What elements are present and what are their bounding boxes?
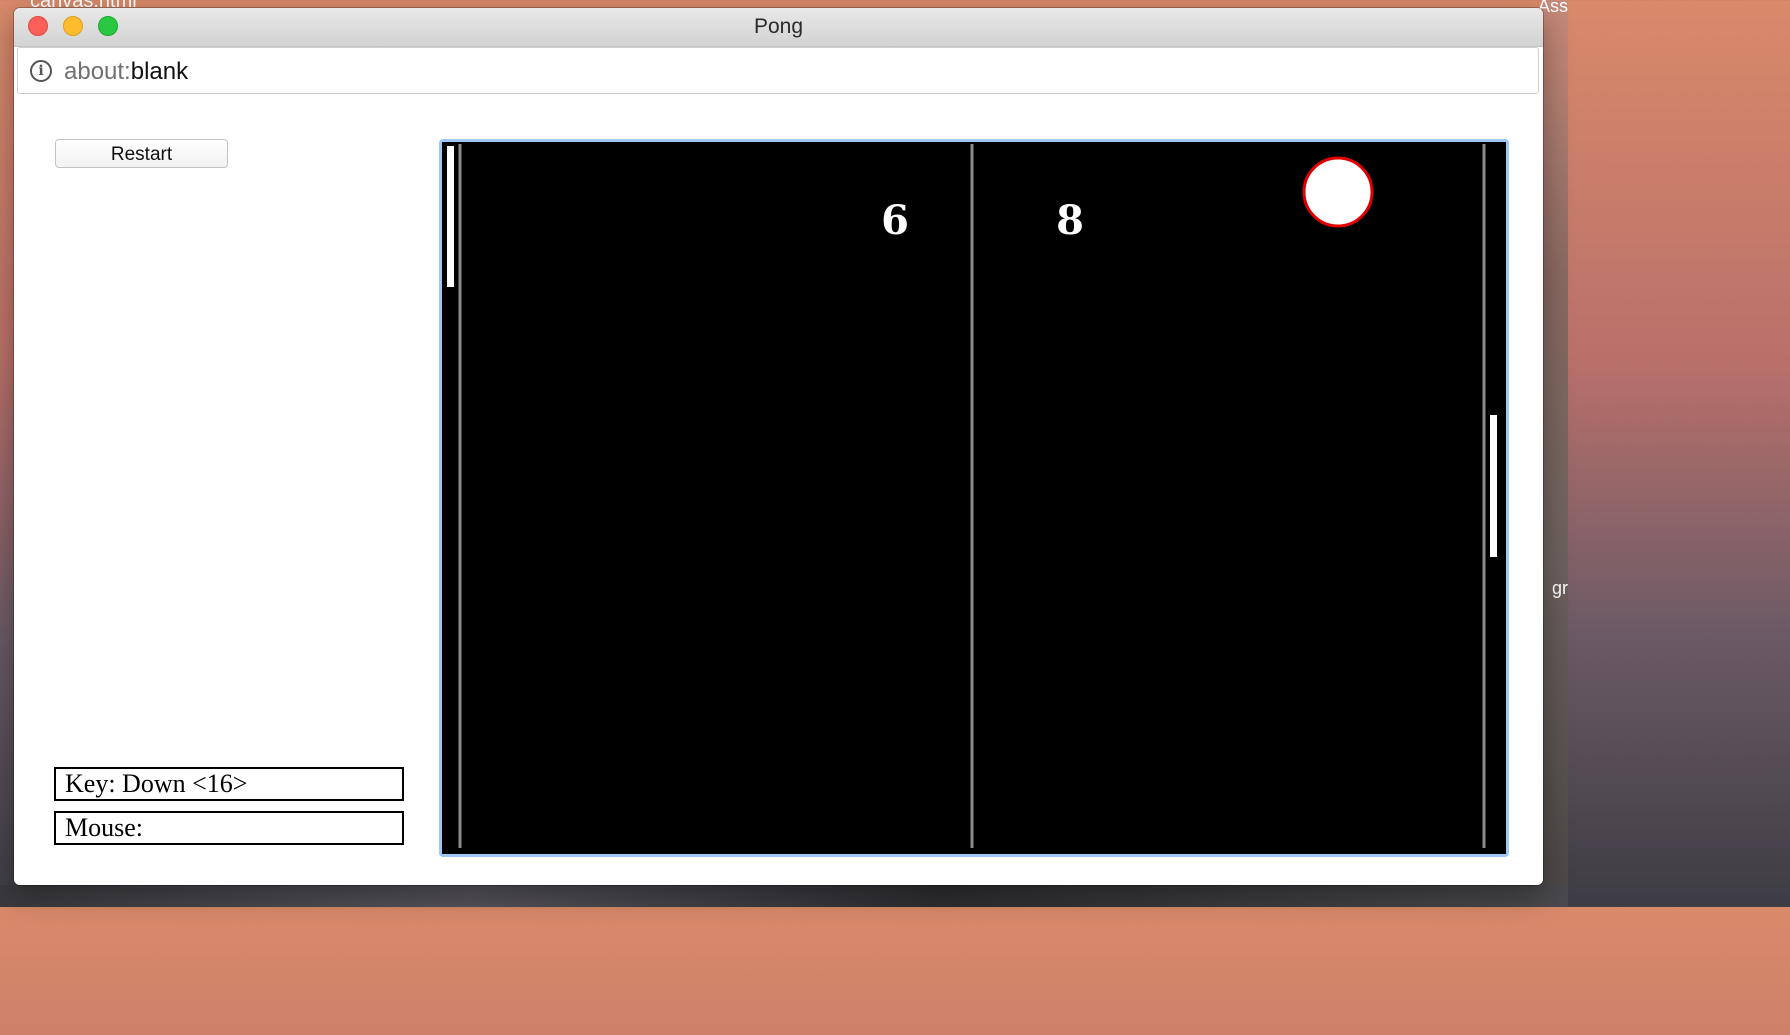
window-title: Pong xyxy=(753,15,804,38)
browser-window: Pong i about:blank Restart Key: Down <16… xyxy=(14,8,1543,885)
info-icon[interactable]: i xyxy=(30,60,52,82)
address-bar[interactable]: i about:blank xyxy=(17,47,1539,94)
pong-canvas[interactable]: 6 8 xyxy=(439,139,1509,857)
url-text[interactable]: about:blank xyxy=(64,48,188,95)
page-content: Restart Key: Down <16> Mouse: 6 8 xyxy=(14,96,1543,885)
desktop-background-right xyxy=(1542,0,1568,907)
left-score: 6 xyxy=(881,197,909,244)
desktop-item-label-right-mid[interactable]: gr xyxy=(1552,578,1568,599)
board-background xyxy=(442,142,1506,854)
title-bar[interactable]: Pong xyxy=(14,8,1543,47)
mouse-status-box: Mouse: xyxy=(54,811,404,845)
pong-ball xyxy=(1302,156,1374,228)
pong-game-board: 6 8 xyxy=(442,142,1506,854)
key-status-box: Key: Down <16> xyxy=(54,767,404,801)
restart-button[interactable]: Restart xyxy=(55,139,228,168)
url-scheme: about: xyxy=(64,58,131,85)
right-score: 8 xyxy=(1056,197,1084,244)
left-paddle xyxy=(447,146,454,287)
desktop-background-bottom xyxy=(0,885,1568,907)
right-paddle xyxy=(1490,415,1497,557)
url-path: blank xyxy=(130,58,189,85)
